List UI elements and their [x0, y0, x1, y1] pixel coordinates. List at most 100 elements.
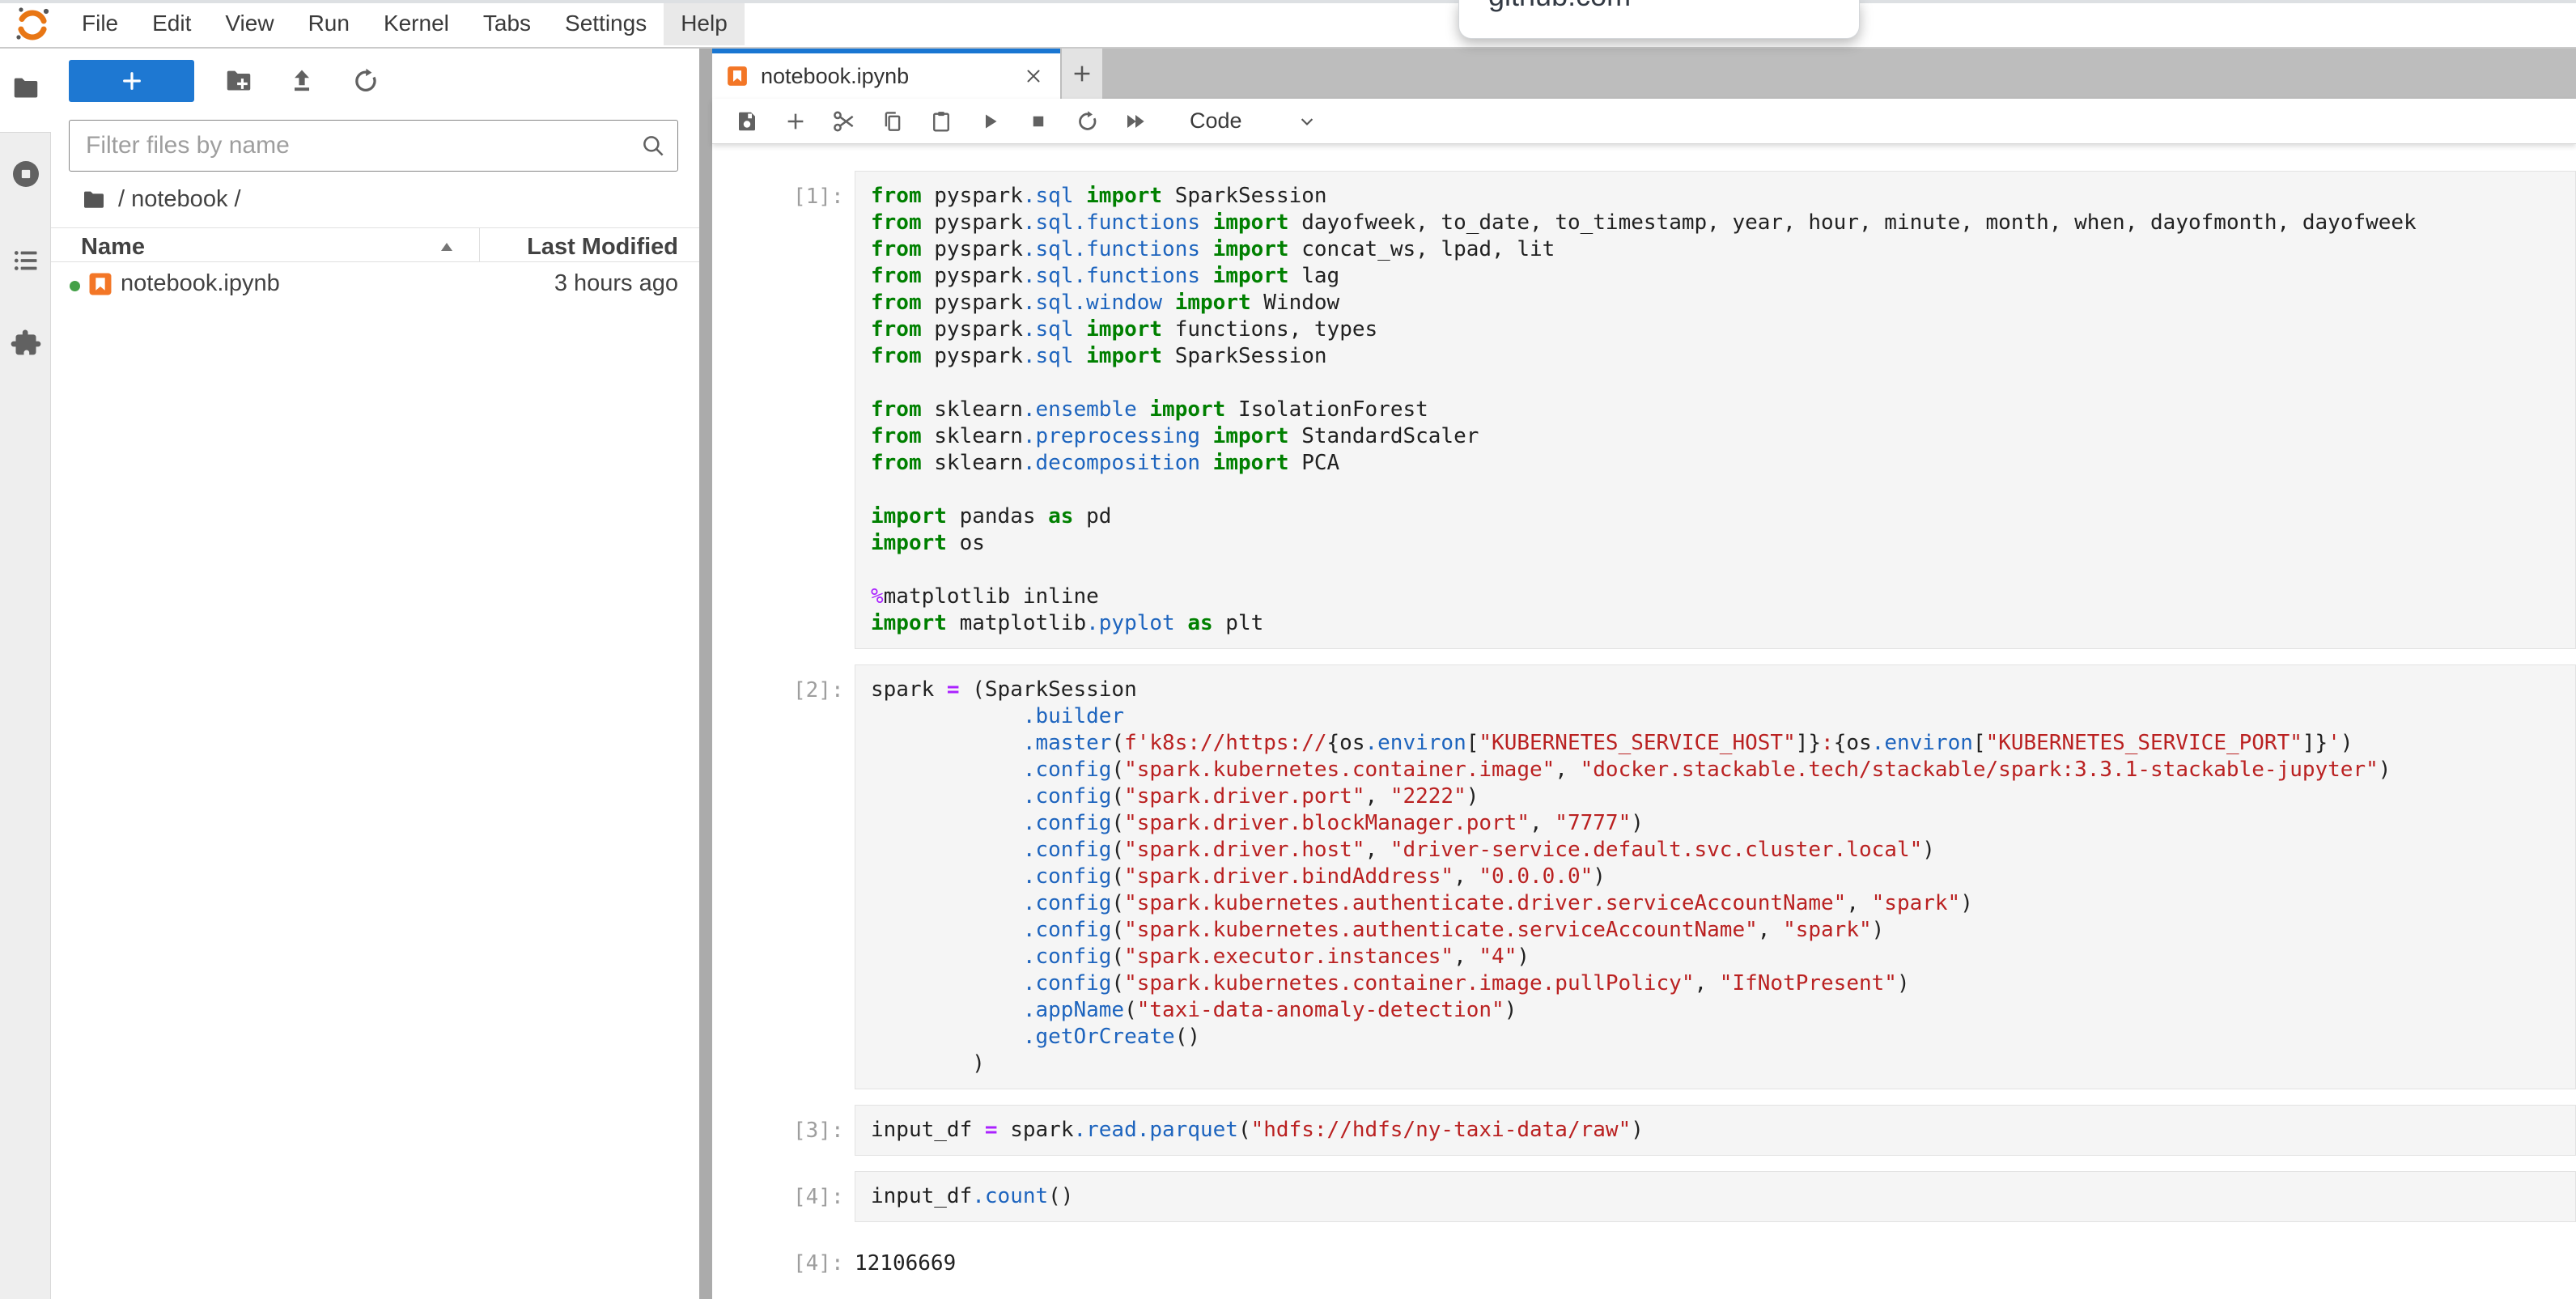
jupyterlab-app: File Edit View Run Kernel Tabs Settings … [0, 0, 2576, 1299]
main-area: notebook.ipynb [712, 49, 2576, 1299]
upload-button[interactable] [283, 62, 320, 100]
cell-editor[interactable]: input_df.count() [855, 1171, 2576, 1222]
activity-bar-panel [0, 132, 51, 1299]
input-prompt: [4]: [774, 1171, 855, 1222]
code-line: 12106669 [855, 1250, 2576, 1277]
code-line: from pyspark.sql.functions import concat… [871, 236, 2575, 263]
new-tab-button[interactable] [1062, 49, 1102, 99]
running-kernels-icon[interactable] [10, 158, 42, 190]
column-divider [479, 228, 480, 261]
notebook-tab-icon [725, 64, 749, 88]
run-cell-button[interactable] [971, 104, 1008, 139]
column-header-modified[interactable]: Last Modified [527, 234, 678, 261]
save-button[interactable] [728, 104, 766, 139]
kernel-running-dot [70, 281, 80, 291]
code-line [871, 370, 2575, 397]
file-browser-folder-icon[interactable] [10, 72, 42, 104]
code-line: .config("spark.kubernetes.authenticate.d… [871, 890, 2575, 917]
code-line: .config("spark.driver.bindAddress", "0.0… [871, 864, 2575, 890]
code-line: .config("spark.kubernetes.container.imag… [871, 970, 2575, 997]
tab-bar: notebook.ipynb [712, 49, 2576, 99]
menu-item-settings[interactable]: Settings [548, 2, 664, 45]
code-line: %matplotlib inline [871, 584, 2575, 610]
restart-kernel-button[interactable] [1068, 104, 1106, 139]
cut-cells-button[interactable] [825, 104, 863, 139]
extension-manager-puzzle-icon[interactable] [10, 328, 42, 360]
paste-cells-button[interactable] [923, 104, 960, 139]
code-line [871, 477, 2575, 503]
activity-bar [0, 49, 51, 1299]
notebook-cell: [2]:spark = (SparkSession .builder .mast… [774, 664, 2576, 1089]
interrupt-kernel-button[interactable] [1020, 104, 1057, 139]
file-list-header: Name Last Modified [51, 227, 699, 262]
tab-close-icon[interactable] [1020, 62, 1047, 90]
code-line: .config("spark.executor.instances", "4") [871, 944, 2575, 970]
menu-item-view[interactable]: View [208, 2, 291, 45]
popup-domain-text: github.com [1488, 0, 1631, 13]
menu-item-kernel[interactable]: Kernel [367, 2, 466, 45]
menu-item-edit[interactable]: Edit [135, 2, 208, 45]
notebook-file-icon [87, 270, 114, 298]
home-folder-icon [81, 187, 107, 213]
restart-run-all-button[interactable] [1117, 104, 1154, 139]
code-line: from sklearn.decomposition import PCA [871, 450, 2575, 477]
menu-item-run[interactable]: Run [291, 2, 367, 45]
new-launcher-button[interactable] [69, 60, 194, 102]
code-line: .config("spark.kubernetes.authenticate.s… [871, 917, 2575, 944]
panel-splitter[interactable] [699, 49, 712, 1299]
search-icon [639, 132, 667, 159]
notebook-toolbar: Code [712, 99, 2576, 144]
chevron-down-icon[interactable] [1291, 105, 1323, 138]
code-line: from pyspark.sql.window import Window [871, 290, 2575, 316]
file-browser-toolbar [69, 60, 384, 102]
notebook-cell: [1]:from pyspark.sql import SparkSession… [774, 171, 2576, 649]
code-line: import os [871, 530, 2575, 557]
cell-output: 12106669 [855, 1237, 2576, 1277]
file-row[interactable]: notebook.ipynb 3 hours ago [51, 264, 699, 306]
copy-cells-button[interactable] [874, 104, 911, 139]
insert-cell-button[interactable] [777, 104, 814, 139]
code-line: from sklearn.preprocessing import Standa… [871, 423, 2575, 450]
menu-item-file[interactable]: File [65, 2, 135, 45]
code-line: .config("spark.driver.port", "2222") [871, 783, 2575, 810]
breadcrumb[interactable]: / notebook / [81, 186, 241, 213]
code-line: .master(f'k8s://https://{os.environ["KUB… [871, 730, 2575, 757]
cell-type-select[interactable]: Code [1190, 108, 1242, 134]
input-prompt: [2]: [774, 664, 855, 1089]
code-line: .getOrCreate() [871, 1024, 2575, 1051]
code-line: from pyspark.sql.functions import lag [871, 263, 2575, 290]
code-line: import pandas as pd [871, 503, 2575, 530]
tab-notebook[interactable]: notebook.ipynb [712, 49, 1060, 99]
refresh-button[interactable] [346, 62, 384, 100]
code-line: from pyspark.sql import functions, types [871, 316, 2575, 343]
code-line: from pyspark.sql import SparkSession [871, 343, 2575, 370]
code-line: .config("spark.driver.host", "driver-ser… [871, 837, 2575, 864]
new-folder-button[interactable] [220, 62, 257, 100]
file-modified-time: 3 hours ago [554, 270, 678, 297]
cell-editor[interactable]: input_df = spark.read.parquet("hdfs://hd… [855, 1105, 2576, 1156]
code-line: .config("spark.kubernetes.container.imag… [871, 757, 2575, 783]
file-name: notebook.ipynb [121, 270, 280, 297]
cell-editor[interactable]: spark = (SparkSession .builder .master(f… [855, 664, 2576, 1089]
code-line: from pyspark.sql import SparkSession [871, 183, 2575, 210]
notebook-cell: [3]:input_df = spark.read.parquet("hdfs:… [774, 1105, 2576, 1156]
file-browser-panel: / notebook / Name Last Modified notebook… [51, 49, 699, 1299]
stackable-logo-icon [13, 3, 52, 44]
code-line: .appName("taxi-data-anomaly-detection") [871, 997, 2575, 1024]
notebook-cell: [4]:input_df.count() [774, 1171, 2576, 1222]
code-line: spark = (SparkSession [871, 677, 2575, 703]
output-prompt: [4]: [774, 1237, 855, 1277]
column-header-name[interactable]: Name [81, 234, 145, 261]
input-prompt: [1]: [774, 171, 855, 649]
code-line: from pyspark.sql.functions import dayofw… [871, 210, 2575, 236]
cell-editor[interactable]: from pyspark.sql import SparkSessionfrom… [855, 171, 2576, 649]
table-of-contents-icon[interactable] [10, 244, 42, 277]
menu-item-help[interactable]: Help [664, 2, 745, 45]
cell-output-row: [4]:12106669 [774, 1237, 2576, 1277]
code-line: .config("spark.driver.blockManager.port"… [871, 810, 2575, 837]
code-line: ) [871, 1051, 2575, 1077]
code-line [871, 557, 2575, 584]
menu-item-tabs[interactable]: Tabs [466, 2, 548, 45]
filter-files-input[interactable] [69, 120, 678, 172]
notebook-cells: [1]:from pyspark.sql import SparkSession… [712, 144, 2576, 1299]
